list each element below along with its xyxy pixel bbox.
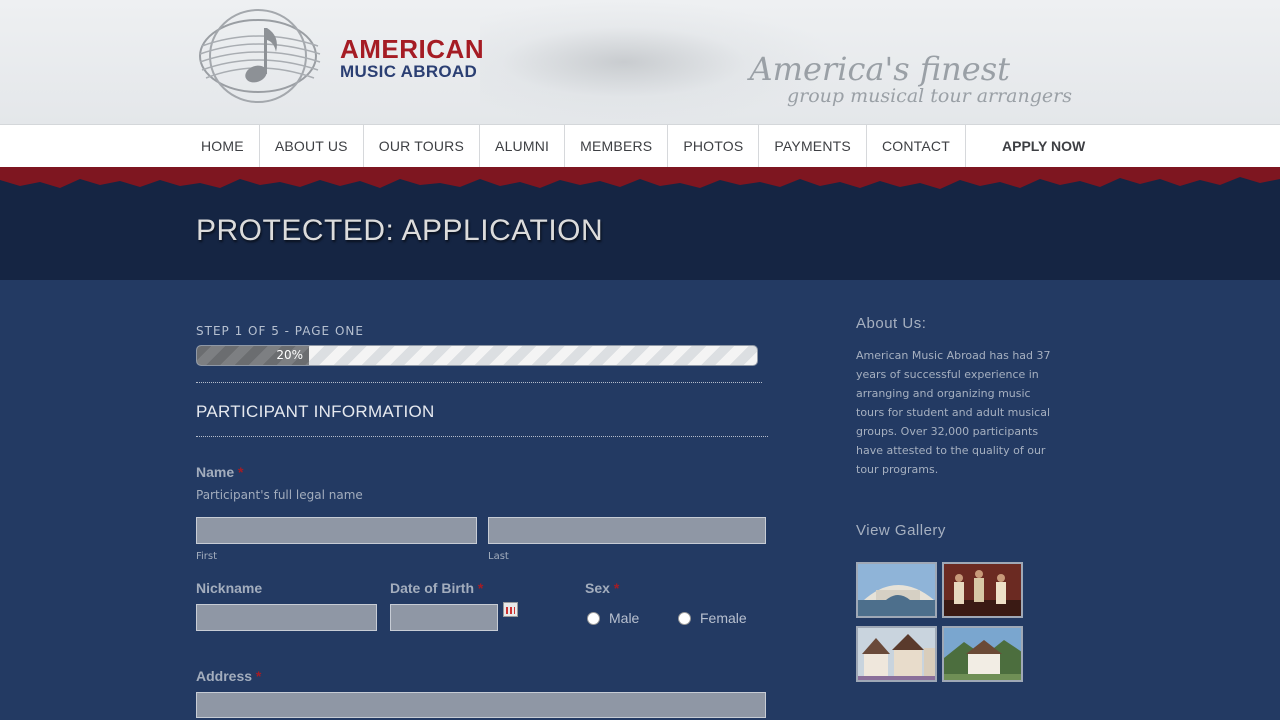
music-note-globe-icon[interactable] — [196, 6, 324, 106]
step-indicator: STEP 1 OF 5 - PAGE ONE — [196, 324, 364, 338]
first-name-input[interactable] — [196, 517, 477, 544]
nav-item-about-us[interactable]: ABOUT US — [260, 125, 364, 167]
nav-item-our-tours[interactable]: OUR TOURS — [364, 125, 481, 167]
address-input[interactable] — [196, 692, 766, 718]
about-text: American Music Abroad has had 37 years o… — [856, 349, 1051, 476]
gallery-image-band — [944, 564, 1021, 616]
sex-label-text: Sex — [585, 580, 610, 596]
divider — [196, 382, 762, 383]
required-mark: * — [255, 668, 262, 684]
sex-female-label[interactable]: Female — [700, 610, 747, 626]
name-description: Participant's full legal name — [196, 488, 363, 502]
nav-item-contact[interactable]: CONTACT — [867, 125, 966, 167]
nickname-label: Nickname — [196, 580, 263, 596]
sex-label: Sex * — [585, 580, 619, 596]
tagline-line-2: group musical tour arrangers — [786, 85, 1072, 107]
logo-wordmark[interactable]: AMERICAN MUSIC ABROAD — [340, 36, 484, 82]
logo-line-music-abroad: MUSIC ABROAD — [340, 62, 478, 81]
name-label-text: Name — [196, 464, 235, 480]
tagline-line-1: America's finest — [749, 50, 1010, 88]
page-title: PROTECTED: APPLICATION — [196, 214, 604, 247]
dob-input[interactable] — [390, 604, 498, 631]
main-nav: HOME ABOUT US OUR TOURS ALUMNI MEMBERS P… — [0, 124, 1280, 167]
sex-male-label[interactable]: Male — [609, 610, 639, 626]
site-header: AMERICAN MUSIC ABROAD America's finest g… — [0, 0, 1280, 124]
progress-bar: 20% — [196, 345, 758, 366]
calendar-icon[interactable] — [503, 602, 518, 617]
sex-male-radio[interactable] — [587, 612, 600, 625]
nav-item-alumni[interactable]: ALUMNI — [480, 125, 566, 167]
last-name-input[interactable] — [488, 517, 766, 544]
nav-item-payments[interactable]: PAYMENTS — [759, 125, 867, 167]
address-label-text: Address — [196, 668, 253, 684]
progress-percent: 20% — [276, 348, 303, 362]
divider — [196, 436, 768, 437]
required-mark: * — [477, 580, 484, 596]
gallery-thumb-alpine[interactable] — [942, 626, 1023, 682]
gallery-heading: View Gallery — [856, 522, 946, 539]
nav-item-home[interactable]: HOME — [186, 125, 260, 167]
sex-female-radio[interactable] — [678, 612, 691, 625]
apply-now-link[interactable]: APPLY NOW — [1002, 125, 1085, 167]
first-sublabel: First — [196, 551, 218, 562]
gallery-thumb-band[interactable] — [942, 562, 1023, 618]
section-title: PARTICIPANT INFORMATION — [196, 402, 435, 421]
address-label: Address * — [196, 668, 261, 684]
progress-fill: 20% — [197, 346, 309, 365]
logo-line-american: AMERICAN — [340, 34, 485, 64]
gallery-image-village — [858, 628, 935, 680]
gallery-thumb-village[interactable] — [856, 626, 937, 682]
gallery-image-alpine — [944, 628, 1021, 680]
torn-edge-divider — [0, 167, 1280, 197]
dob-label-text: Date of Birth — [390, 580, 474, 596]
required-mark: * — [238, 464, 244, 480]
nav-item-photos[interactable]: PHOTOS — [668, 125, 760, 167]
gallery-thumb-bridge[interactable] — [856, 562, 937, 618]
nickname-input[interactable] — [196, 604, 377, 631]
about-heading: About Us: — [856, 315, 927, 332]
header-tagline: America's finest group musical tour arra… — [750, 52, 1072, 106]
nav-item-members[interactable]: MEMBERS — [565, 125, 669, 167]
gallery-image-bridge — [858, 564, 935, 616]
dob-label: Date of Birth * — [390, 580, 483, 596]
name-label: Name * — [196, 464, 243, 480]
required-mark: * — [613, 580, 620, 596]
last-sublabel: Last — [488, 551, 509, 562]
